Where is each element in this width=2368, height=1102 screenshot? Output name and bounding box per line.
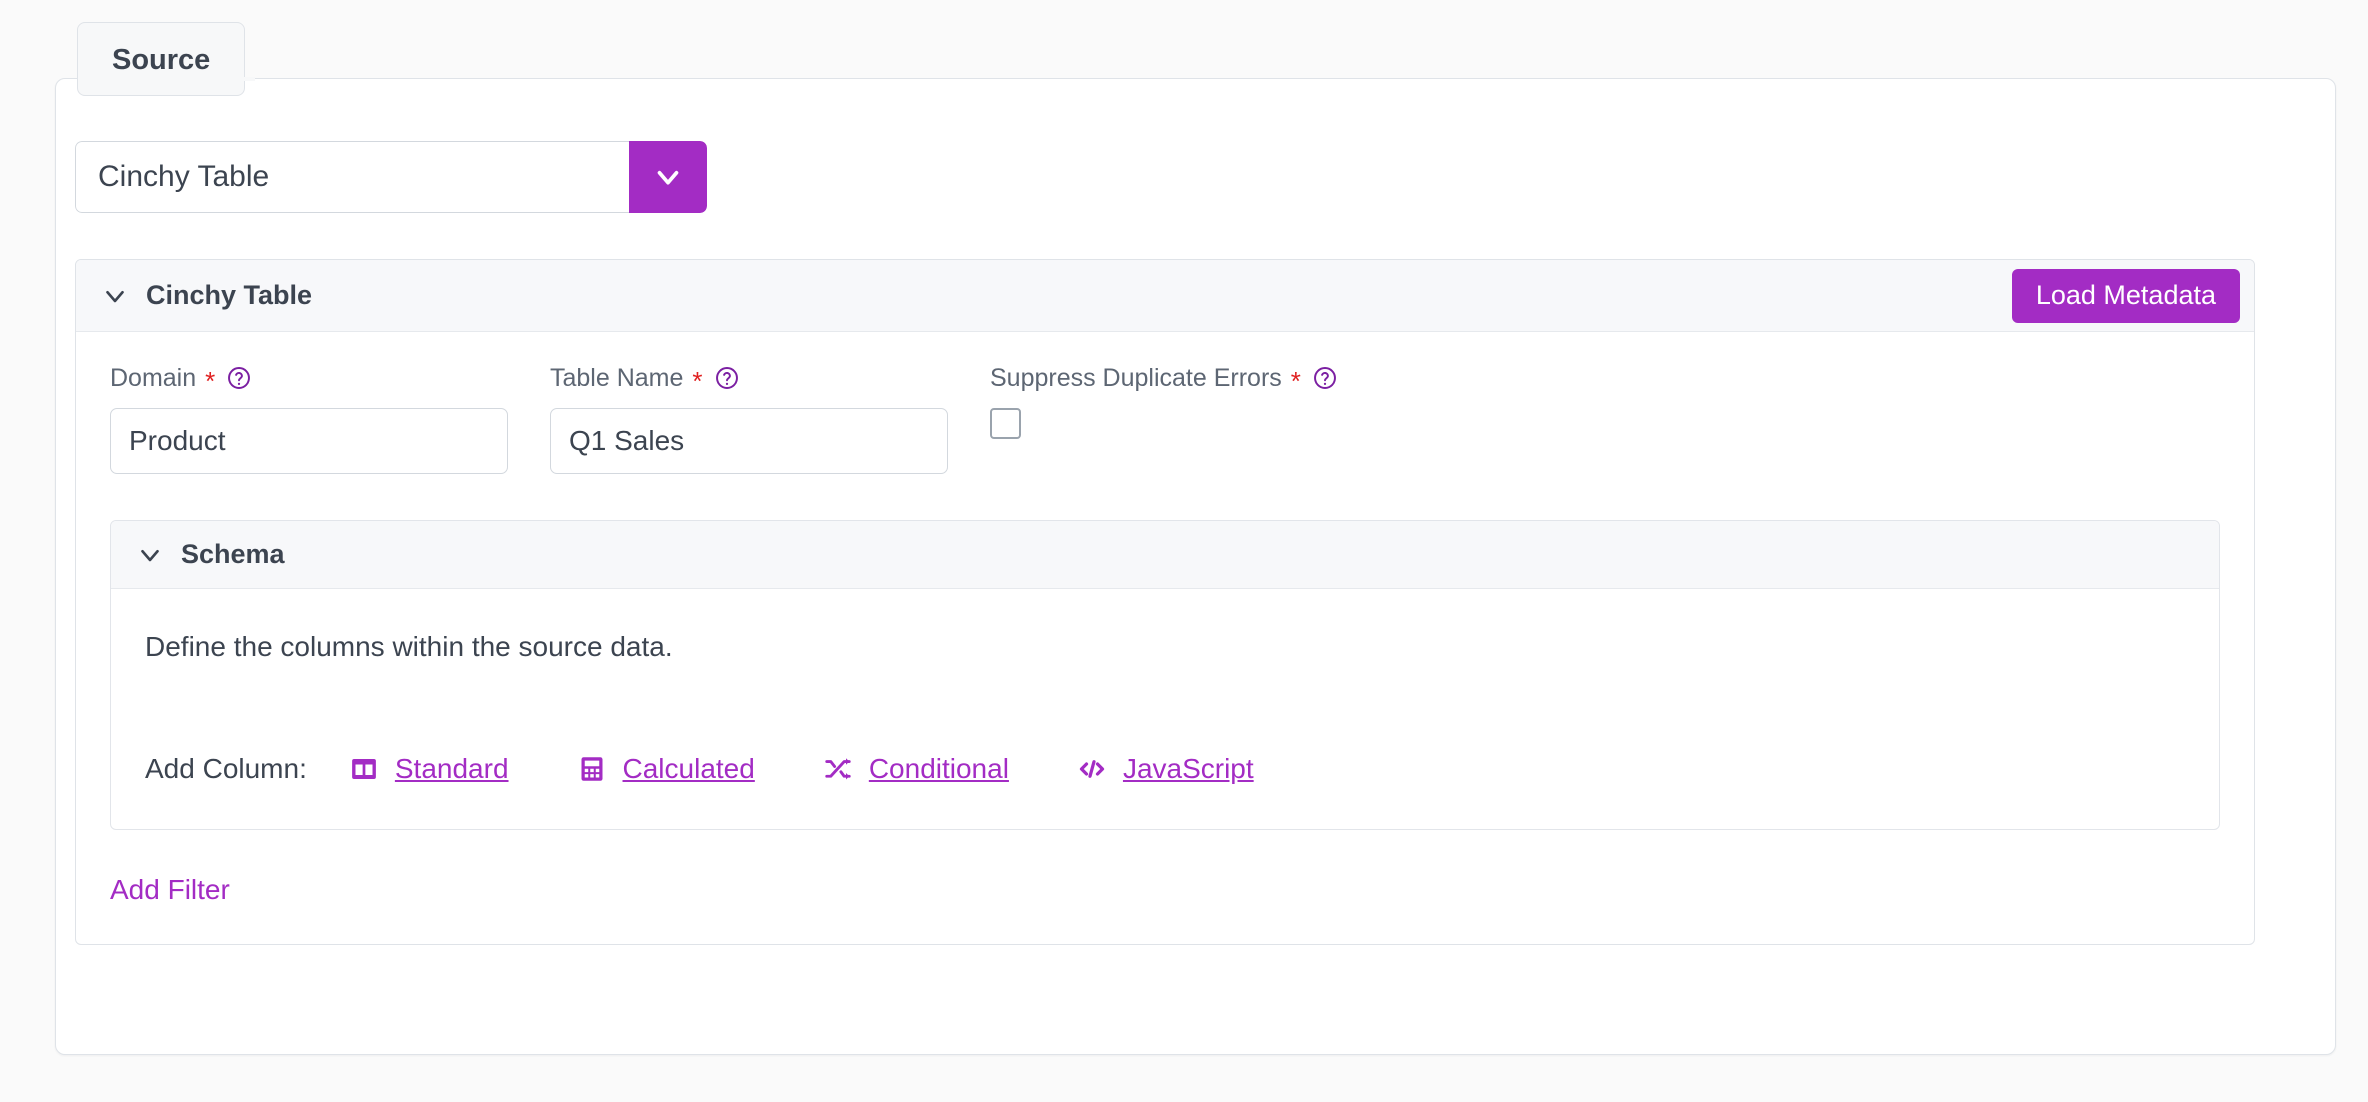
domain-required-marker: * xyxy=(205,366,216,396)
table-name-field-label-row: Table Name * xyxy=(550,362,948,394)
suppress-duplicate-errors-field: Suppress Duplicate Errors * xyxy=(990,362,1338,439)
add-column-conditional-label: Conditional xyxy=(868,753,1009,784)
add-column-conditional-link[interactable]: Conditional xyxy=(823,753,1009,785)
domain-field-label-row: Domain * xyxy=(110,362,508,394)
add-filter-link[interactable]: Add Filter xyxy=(110,874,230,906)
shuffle-icon xyxy=(823,754,853,784)
schema-card-header: Schema xyxy=(111,521,2219,589)
cinchy-table-card-body: Domain * Product Table Name * Q1 Sales S… xyxy=(76,332,2254,944)
schema-card-body: Define the columns within the source dat… xyxy=(111,589,2219,829)
suppress-duplicate-errors-checkbox[interactable] xyxy=(990,408,1021,439)
source-type-select[interactable]: Cinchy Table xyxy=(75,141,707,213)
calculator-icon xyxy=(577,754,607,784)
table-name-field: Table Name * xyxy=(550,362,948,474)
code-icon xyxy=(1077,754,1107,784)
fields-row: Domain * Product Table Name * Q1 Sales S… xyxy=(110,362,2220,474)
cinchy-table-card: Cinchy Table Load Metadata Domain * Prod… xyxy=(75,259,2255,945)
add-column-javascript-link[interactable]: JavaScript xyxy=(1077,753,1254,785)
schema-card-title: Schema xyxy=(181,539,285,569)
tab-source-label: Source xyxy=(112,44,211,76)
suppress-duplicate-errors-label: Suppress Duplicate Errors xyxy=(990,363,1282,392)
table-name-required-marker: * xyxy=(692,366,703,396)
help-circle-icon[interactable] xyxy=(714,365,740,391)
source-panel-body: Cinchy Table Cinchy Table Load Metadata xyxy=(55,78,2336,1055)
suppress-duplicate-errors-label-row: Suppress Duplicate Errors * xyxy=(990,362,1338,394)
suppress-duplicate-errors-required-marker: * xyxy=(1290,366,1301,396)
schema-description: Define the columns within the source dat… xyxy=(145,631,673,662)
add-column-standard-label: Standard xyxy=(394,753,509,784)
domain-field: Domain * xyxy=(110,362,508,474)
add-column-label: Add Column: xyxy=(145,753,307,784)
table-name-field-label: Table Name xyxy=(550,363,684,392)
add-column-calculated-link[interactable]: Calculated xyxy=(577,753,755,785)
cinchy-table-card-header: Cinchy Table Load Metadata xyxy=(76,260,2254,332)
help-circle-icon[interactable] xyxy=(226,365,252,391)
chevron-down-icon[interactable] xyxy=(133,538,167,572)
load-metadata-button[interactable]: Load Metadata xyxy=(2011,268,2240,323)
table-name-input[interactable] xyxy=(550,408,948,474)
source-type-value[interactable]: Cinchy Table xyxy=(75,141,629,213)
add-column-row: Add Column: Standard Calculated Conditio… xyxy=(145,753,2185,785)
tab-strip: Source xyxy=(55,22,246,96)
tab-notch xyxy=(78,77,255,81)
chevron-down-icon[interactable] xyxy=(98,279,132,313)
columns-icon xyxy=(349,754,379,784)
add-column-standard-link[interactable]: Standard xyxy=(349,753,509,785)
cinchy-table-card-title: Cinchy Table xyxy=(146,280,313,310)
schema-card: Schema Define the columns within the sou… xyxy=(110,520,2220,830)
add-column-calculated-label: Calculated xyxy=(622,753,755,784)
source-tab-panel: Source Cinchy Table Cinchy Table Load Me… xyxy=(55,22,2336,1055)
chevron-down-icon[interactable] xyxy=(629,141,707,213)
domain-field-label: Domain xyxy=(110,363,197,392)
help-circle-icon[interactable] xyxy=(1312,365,1338,391)
tab-source[interactable]: Source xyxy=(77,22,246,96)
source-type-row: Cinchy Table xyxy=(75,141,707,213)
domain-input[interactable] xyxy=(110,408,508,474)
add-column-javascript-label: JavaScript xyxy=(1122,753,1254,784)
